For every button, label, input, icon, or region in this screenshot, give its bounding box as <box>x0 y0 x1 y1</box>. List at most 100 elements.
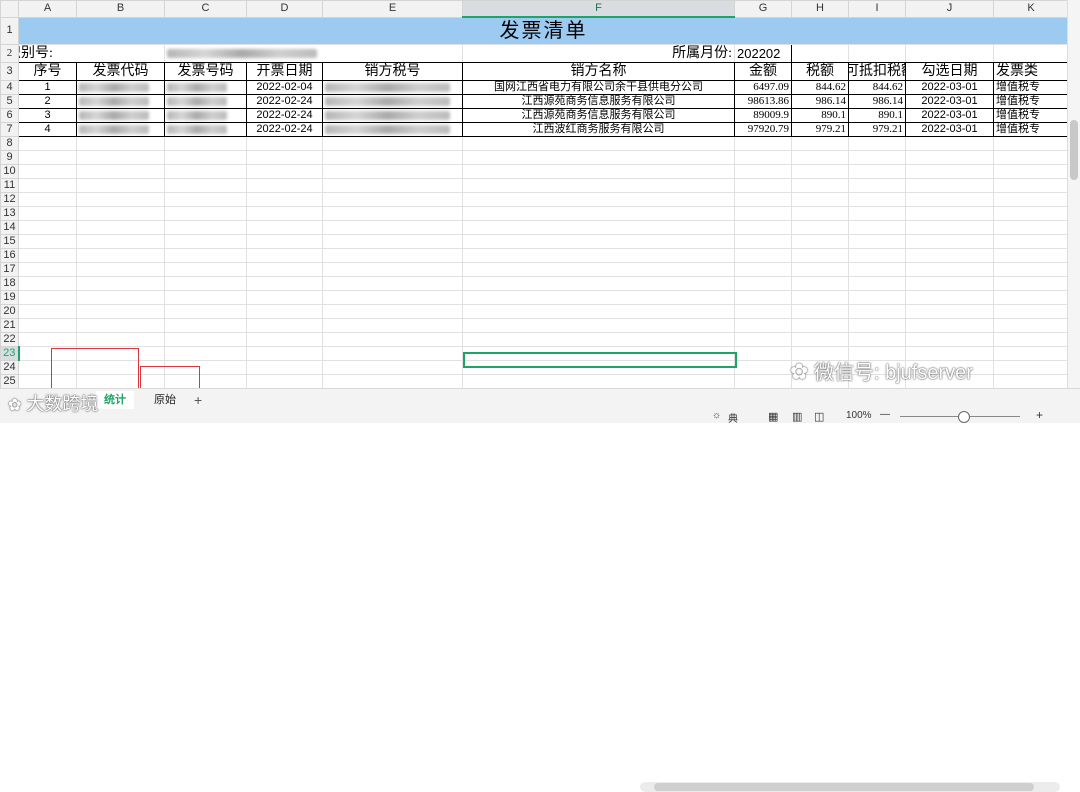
empty-cell[interactable] <box>848 192 906 207</box>
row-header[interactable]: 19 <box>0 290 19 305</box>
empty-cell[interactable] <box>18 164 77 179</box>
empty-cell[interactable] <box>76 164 165 179</box>
empty-cell[interactable] <box>734 234 792 249</box>
empty-cell[interactable] <box>848 248 906 263</box>
empty-cell[interactable] <box>322 248 463 263</box>
empty-cell[interactable] <box>462 276 735 291</box>
empty-cell[interactable] <box>76 178 165 193</box>
row-header[interactable]: 12 <box>0 192 19 207</box>
empty-cell[interactable] <box>734 220 792 235</box>
check-date-cell[interactable]: 2022-03-01 <box>905 108 994 123</box>
column-header-a[interactable]: A <box>18 0 77 18</box>
empty-cell[interactable] <box>734 318 792 333</box>
empty-cell[interactable] <box>993 220 1068 235</box>
empty-cell[interactable] <box>993 150 1068 165</box>
column-header-f[interactable]: F <box>462 0 735 18</box>
empty-cell[interactable] <box>993 44 1068 63</box>
header-cell[interactable]: 可抵扣税额 <box>848 62 906 81</box>
seller-name-cell[interactable]: 江西源苑商务信息服务有限公司 <box>462 94 735 109</box>
empty-cell[interactable] <box>76 192 165 207</box>
empty-cell[interactable] <box>993 248 1068 263</box>
empty-cell[interactable] <box>462 248 735 263</box>
empty-cell[interactable] <box>246 192 323 207</box>
empty-cell[interactable] <box>734 150 792 165</box>
empty-cell[interactable] <box>164 248 247 263</box>
invoice-code-cell[interactable] <box>76 108 165 123</box>
empty-cell[interactable] <box>246 248 323 263</box>
empty-cell[interactable] <box>18 206 77 221</box>
empty-cell[interactable] <box>734 304 792 319</box>
empty-cell[interactable] <box>993 360 1068 375</box>
empty-cell[interactable] <box>734 360 792 375</box>
seller-name-cell[interactable]: 江西源苑商务信息服务有限公司 <box>462 108 735 123</box>
empty-cell[interactable] <box>734 136 792 151</box>
column-header-i[interactable]: I <box>848 0 906 18</box>
empty-cell[interactable] <box>905 192 994 207</box>
empty-cell[interactable] <box>848 150 906 165</box>
empty-cell[interactable] <box>462 206 735 221</box>
month-label[interactable]: 所属月份: <box>462 44 735 63</box>
column-header-h[interactable]: H <box>791 0 849 18</box>
empty-cell[interactable] <box>164 304 247 319</box>
empty-cell[interactable] <box>18 178 77 193</box>
seq-cell[interactable]: 3 <box>18 108 77 123</box>
column-header-k[interactable]: K <box>993 0 1068 18</box>
deductible-cell[interactable]: 979.21 <box>848 122 906 137</box>
empty-cell[interactable] <box>905 290 994 305</box>
empty-cell[interactable] <box>322 150 463 165</box>
empty-cell[interactable] <box>322 192 463 207</box>
empty-cell[interactable] <box>905 178 994 193</box>
empty-cell[interactable] <box>246 304 323 319</box>
empty-cell[interactable] <box>993 318 1068 333</box>
spreadsheet-grid[interactable]: A B C D E F G H I J K 1 发票清单 2 识别号: 所属月份… <box>0 0 1068 388</box>
row-header[interactable]: 7 <box>0 122 19 137</box>
empty-cell[interactable] <box>18 220 77 235</box>
empty-cell[interactable] <box>848 44 906 63</box>
row-header[interactable]: 8 <box>0 136 19 151</box>
invoice-number-cell[interactable] <box>164 108 247 123</box>
empty-cell[interactable] <box>848 276 906 291</box>
empty-cell[interactable] <box>791 220 849 235</box>
amount-cell[interactable]: 97920.79 <box>734 122 792 137</box>
empty-cell[interactable] <box>993 332 1068 347</box>
check-date-cell[interactable]: 2022-03-01 <box>905 122 994 137</box>
header-cell[interactable]: 税额 <box>791 62 849 81</box>
empty-cell[interactable] <box>791 318 849 333</box>
empty-cell[interactable] <box>246 374 323 388</box>
tax-cell[interactable]: 844.62 <box>791 80 849 95</box>
empty-cell[interactable] <box>848 164 906 179</box>
empty-cell[interactable] <box>18 318 77 333</box>
amount-cell[interactable]: 98613.86 <box>734 94 792 109</box>
seller-tax-id-cell[interactable] <box>322 80 463 95</box>
empty-cell[interactable] <box>848 220 906 235</box>
invoice-type-cell[interactable]: 增值税专 <box>993 80 1068 95</box>
tax-cell[interactable]: 890.1 <box>791 108 849 123</box>
empty-cell[interactable] <box>322 332 463 347</box>
empty-cell[interactable] <box>993 164 1068 179</box>
empty-cell[interactable] <box>246 164 323 179</box>
horizontal-scroll-thumb[interactable] <box>654 783 1034 791</box>
column-header-g[interactable]: G <box>734 0 792 18</box>
empty-cell[interactable] <box>848 262 906 277</box>
empty-cell[interactable] <box>905 220 994 235</box>
empty-cell[interactable] <box>462 332 735 347</box>
empty-cell[interactable] <box>322 318 463 333</box>
row-header[interactable]: 15 <box>0 234 19 249</box>
check-date-cell[interactable]: 2022-03-01 <box>905 94 994 109</box>
header-cell[interactable]: 发票代码 <box>76 62 165 81</box>
empty-cell[interactable] <box>734 332 792 347</box>
empty-cell[interactable] <box>164 178 247 193</box>
vertical-scrollbar[interactable] <box>1067 0 1080 388</box>
empty-cell[interactable] <box>791 304 849 319</box>
row-header[interactable]: 17 <box>0 262 19 277</box>
empty-cell[interactable] <box>905 332 994 347</box>
empty-cell[interactable] <box>905 150 994 165</box>
empty-cell[interactable] <box>322 262 463 277</box>
invoice-date-cell[interactable]: 2022-02-24 <box>246 94 323 109</box>
empty-cell[interactable] <box>791 44 849 63</box>
deductible-cell[interactable]: 844.62 <box>848 80 906 95</box>
empty-cell[interactable] <box>164 220 247 235</box>
empty-cell[interactable] <box>246 332 323 347</box>
empty-cell[interactable] <box>18 332 77 347</box>
empty-cell[interactable] <box>905 136 994 151</box>
